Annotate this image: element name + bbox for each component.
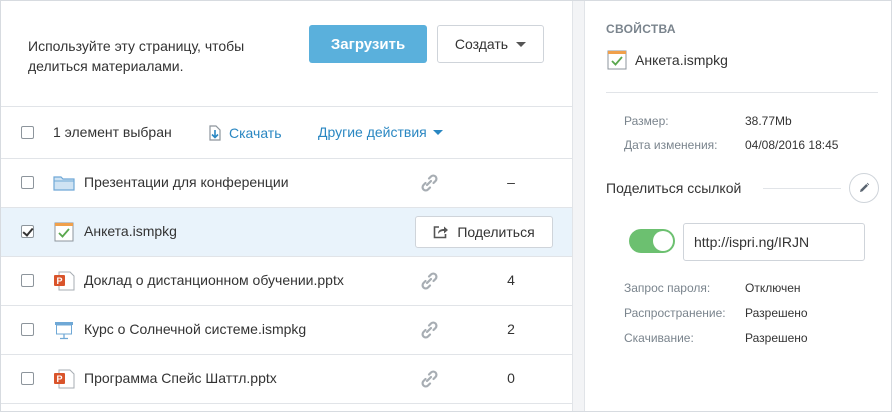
file-name[interactable]: Презентации для конференции	[84, 174, 289, 190]
file-name[interactable]: Курс о Солнечной системе.ismpkg	[84, 321, 306, 337]
divider	[1, 106, 572, 107]
chevron-down-icon	[432, 129, 443, 135]
edit-share-button[interactable]	[849, 173, 879, 203]
link-icon[interactable]	[418, 320, 440, 340]
create-dropdown-button[interactable]: Создать	[437, 25, 544, 63]
share-count: 2	[507, 321, 515, 337]
course-file-icon	[55, 322, 73, 340]
pptx-file-icon: P	[54, 369, 75, 389]
password-value: Отключен	[745, 281, 801, 295]
download-label: Скачать	[229, 125, 282, 141]
file-row[interactable]: P Программа Спейс Шаттл.pptx 0	[1, 355, 572, 403]
download-icon	[209, 125, 221, 141]
link-icon[interactable]	[418, 369, 440, 389]
properties-file: Анкета.ismpkg	[606, 50, 728, 70]
share-count: –	[507, 174, 515, 190]
row-checkbox[interactable]	[21, 372, 34, 385]
selected-count-text: 1 элемент выбран	[53, 124, 172, 140]
properties-panel: СВОЙСТВА Анкета.ismpkg Размер: 38.77Mb Д…	[586, 1, 891, 411]
share-link-title: Поделиться ссылкой	[606, 180, 742, 196]
divider	[606, 92, 878, 93]
intro-text: Используйте эту страницу, чтобы делиться…	[28, 38, 245, 74]
selection-toolbar: 1 элемент выбран Скачать Другие действия	[1, 108, 572, 158]
create-label: Создать	[454, 36, 509, 52]
share-label: Поделиться	[457, 224, 535, 240]
file-row-selected[interactable]: Анкета.ismpkg Поделиться	[1, 208, 572, 256]
download-link[interactable]: Скачать	[207, 124, 282, 142]
row-checkbox[interactable]	[21, 323, 34, 336]
pencil-icon	[860, 182, 870, 192]
row-checkbox[interactable]	[21, 274, 34, 287]
share-url-field[interactable]	[683, 223, 865, 261]
download-permission-label: Скачивание:	[624, 331, 694, 345]
distribution-value: Разрешено	[745, 306, 808, 320]
download-permission-value: Разрешено	[745, 331, 808, 345]
file-row[interactable]: P Доклад о дистанционном обучении.pptx 4	[1, 257, 572, 305]
file-name[interactable]: Доклад о дистанционном обучении.pptx	[84, 272, 344, 288]
share-icon	[434, 226, 449, 239]
upload-button[interactable]: Загрузить	[309, 25, 427, 63]
toggle-knob	[653, 231, 673, 251]
quiz-file-icon	[607, 50, 627, 70]
password-label: Запрос пароля:	[624, 281, 711, 295]
file-row[interactable]: Курс о Солнечной системе.ismpkg 2	[1, 306, 572, 354]
size-value: 38.77Mb	[745, 114, 792, 128]
link-icon[interactable]	[418, 173, 440, 193]
divider	[763, 188, 841, 189]
more-actions-label: Другие действия	[318, 124, 427, 140]
divider	[1, 403, 572, 404]
file-row[interactable]: Презентации для конференции –	[1, 159, 572, 207]
properties-file-name: Анкета.ismpkg	[635, 52, 728, 68]
share-count: 4	[507, 272, 515, 288]
link-icon[interactable]	[418, 271, 440, 291]
share-link-toggle[interactable]	[629, 229, 675, 253]
share-count: 0	[507, 370, 515, 386]
modified-value: 04/08/2016 18:45	[745, 138, 839, 152]
svg-text:P: P	[56, 276, 62, 286]
panel-divider	[572, 1, 585, 411]
share-button[interactable]: Поделиться	[415, 216, 553, 248]
file-name[interactable]: Анкета.ismpkg	[84, 223, 177, 239]
row-checkbox-checked[interactable]	[21, 225, 34, 238]
pptx-file-icon: P	[54, 271, 75, 291]
distribution-label: Распространение:	[624, 306, 726, 320]
size-label: Размер:	[624, 114, 669, 128]
modified-label: Дата изменения:	[624, 138, 718, 152]
file-name[interactable]: Программа Спейс Шаттл.pptx	[84, 370, 277, 386]
row-checkbox[interactable]	[21, 176, 34, 189]
properties-title: СВОЙСТВА	[606, 22, 676, 36]
quiz-file-icon	[54, 222, 74, 242]
select-all-checkbox[interactable]	[21, 126, 34, 139]
chevron-down-icon	[516, 41, 527, 47]
folder-icon	[53, 176, 75, 191]
svg-text:P: P	[56, 374, 62, 384]
more-actions-dropdown[interactable]: Другие действия	[318, 124, 443, 140]
file-list-panel: Используйте эту страницу, чтобы делиться…	[1, 1, 572, 411]
